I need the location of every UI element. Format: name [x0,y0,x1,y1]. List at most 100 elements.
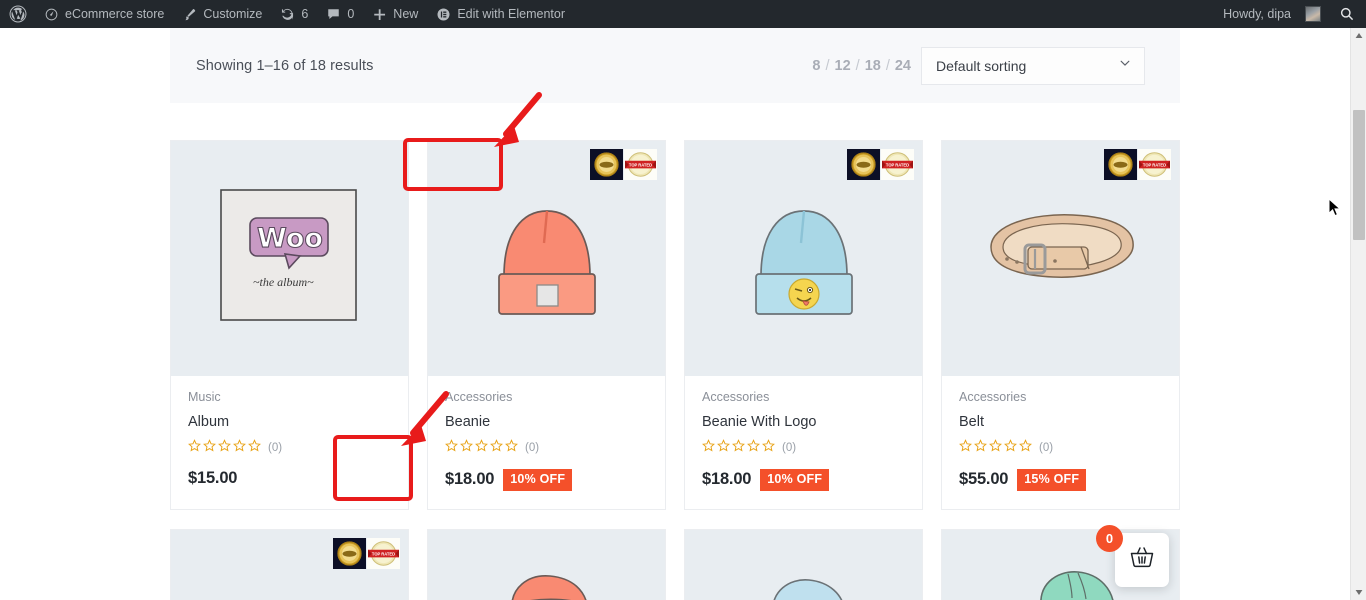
product-price-row: $18.00 10% OFF [445,469,648,491]
product-title[interactable]: Belt [959,414,1162,430]
product-card[interactable]: TOP RATED [684,140,923,510]
adminbar-comments[interactable]: 0 [317,0,363,28]
customize-label: Customize [203,7,262,21]
product-price-row: $18.00 10% OFF [702,469,905,491]
product-info: Accessories Beanie (0) $18.00 10% OFF [428,376,665,509]
rating-count: (0) [1039,442,1053,454]
top-rated-seal-badge-icon: TOP RATED [881,149,914,180]
product-thumbnail[interactable]: TOP RATED [685,141,922,376]
product-price: $15.00 [188,469,237,488]
product-info: Accessories Beanie With Logo (0) $18.00 … [685,376,922,509]
discount-badge: 15% OFF [1017,469,1086,491]
scrollbar-thumb[interactable] [1353,110,1365,240]
scrollbar-up-arrow-icon[interactable] [1351,28,1366,44]
avatar [1305,6,1321,22]
product-category[interactable]: Accessories [702,390,905,404]
product-badges: TOP RATED [590,149,657,180]
star-icon [445,439,458,457]
star-icon [732,439,745,457]
product-title[interactable]: Beanie [445,414,648,430]
shop-results-toolbar: Showing 1–16 of 18 results 8 / 12 / 18 /… [170,28,1180,103]
rating-count: (0) [782,442,796,454]
update-icon [280,7,295,22]
discount-badge: 10% OFF [503,469,572,491]
adminbar-my-account[interactable]: Howdy, dipa [1214,0,1330,28]
woo-album-cover-image: Woo ~the album~ [207,174,372,344]
rating-count: (0) [268,442,282,454]
store-page: Showing 1–16 of 18 results 8 / 12 / 18 /… [0,28,1350,600]
svg-text:TOP RATED: TOP RATED [886,162,909,167]
product-rating: (0) [188,439,391,457]
product-card[interactable]: TOP RATED [170,529,409,600]
svg-text:Woo: Woo [257,223,323,254]
left-gutter [0,28,170,600]
star-icon [490,439,503,457]
svg-text:TOP RATED: TOP RATED [629,162,652,167]
product-price-row: $15.00 [188,469,391,488]
floating-cart-button[interactable] [1115,533,1169,587]
product-category[interactable]: Music [188,390,391,404]
product-card[interactable] [684,529,923,600]
dashboard-icon [44,7,59,22]
product-title[interactable]: Album [188,414,391,430]
per-page-option-24[interactable]: 24 [890,58,921,74]
product-info: Accessories Belt (0) $55.00 15% OFF [942,376,1179,509]
per-page-option-18[interactable]: 18 [860,58,886,74]
top-rated-seal-badge-icon: TOP RATED [1138,149,1171,180]
adminbar-customize[interactable]: Customize [173,0,271,28]
wp-admin-bar: eCommerce store Customize 6 [0,0,1366,28]
rating-count: (0) [525,442,539,454]
star-icon [248,439,261,457]
star-icon [702,439,715,457]
product-thumbnail[interactable]: TOP RATED [942,141,1179,376]
wp-logo-button[interactable] [0,0,35,28]
wordpress-logo-icon [9,5,27,23]
product-thumbnail[interactable] [428,530,665,600]
product-card[interactable] [427,529,666,600]
plus-icon [372,7,387,22]
shopping-basket-icon [1128,544,1156,577]
vertical-scrollbar[interactable] [1350,28,1366,600]
howdy-label: Howdy, dipa [1223,7,1299,21]
elementor-icon [436,7,451,22]
product-thumbnail[interactable]: TOP RATED [171,530,408,600]
search-icon [1339,6,1355,22]
adminbar-elementor[interactable]: Edit with Elementor [427,0,574,28]
product-row-2: TOP RATED [170,529,1180,600]
star-icon [747,439,760,457]
product-category[interactable]: Accessories [959,390,1162,404]
adminbar-new-content[interactable]: New [363,0,427,28]
per-page-option-8[interactable]: 8 [807,58,825,74]
product-thumbnail[interactable]: TOP RATED [428,141,665,376]
cap-partial-red-image [494,566,604,600]
top-rated-seal-badge-icon: TOP RATED [624,149,657,180]
cap-partial-green-image [1020,564,1130,600]
product-card[interactable]: TOP RATED Accessories [427,140,666,510]
product-card[interactable]: TOP RATED [941,140,1180,510]
per-page-option-12[interactable]: 12 [830,58,856,74]
product-price: $55.00 [959,470,1008,489]
product-price: $18.00 [445,470,494,489]
product-title[interactable]: Beanie With Logo [702,414,905,430]
product-card[interactable]: Woo ~the album~ Music Album (0) [170,140,409,510]
product-category[interactable]: Accessories [445,390,648,404]
product-thumbnail[interactable]: Woo ~the album~ [171,141,408,376]
product-badges: TOP RATED [1104,149,1171,180]
star-icon [1019,439,1032,457]
adminbar-site-name[interactable]: eCommerce store [35,0,173,28]
sorting-select[interactable]: Default sorting [921,47,1145,85]
svg-text:TOP RATED: TOP RATED [372,551,395,556]
adminbar-updates[interactable]: 6 [271,0,317,28]
comment-bubble-icon [326,7,341,22]
svg-text:~the album~: ~the album~ [253,275,314,289]
product-thumbnail[interactable] [685,530,922,600]
star-icon [1004,439,1017,457]
star-icon [974,439,987,457]
star-icon [218,439,231,457]
adminbar-search-button[interactable] [1330,0,1366,28]
scrollbar-down-arrow-icon[interactable] [1351,584,1366,600]
product-rating: (0) [445,439,648,457]
cap-partial-blue-image [753,570,863,600]
svg-text:TOP RATED: TOP RATED [1143,162,1166,167]
product-badges: TOP RATED [847,149,914,180]
